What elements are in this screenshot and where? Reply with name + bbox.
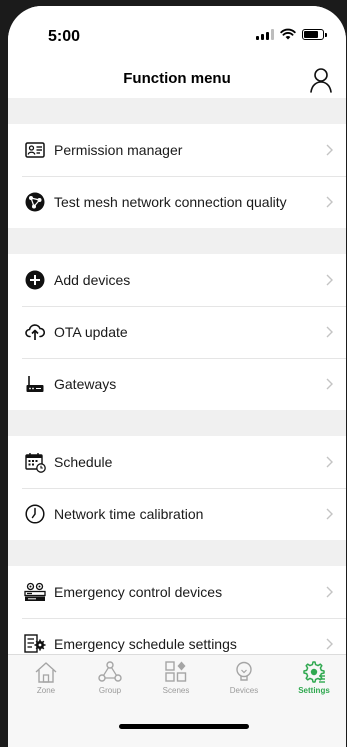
user-profile-button[interactable] <box>308 66 334 94</box>
chevron-right-icon <box>326 456 333 468</box>
menu-item-gateways[interactable]: Gateways <box>8 358 346 410</box>
wifi-icon <box>280 28 296 40</box>
home-icon <box>20 661 72 683</box>
page-title: Function menu <box>123 70 231 87</box>
menu-item-label: Add devices <box>54 272 131 288</box>
tab-label: Settings <box>298 686 330 695</box>
section-gap <box>8 228 346 254</box>
menu-item-add-devices[interactable]: Add devices <box>8 254 346 306</box>
permission-icon <box>24 139 46 161</box>
tab-scenes[interactable]: Scenes <box>150 661 202 695</box>
gateway-icon <box>24 373 46 395</box>
chevron-right-icon <box>326 326 333 338</box>
chevron-right-icon <box>326 378 333 390</box>
chevron-right-icon <box>326 508 333 520</box>
emergency-devices-icon <box>24 581 46 603</box>
nav-bar: Function menu <box>8 62 346 98</box>
chevron-right-icon <box>326 638 333 650</box>
calendar-clock-icon <box>24 451 46 473</box>
tab-label: Scenes <box>162 686 190 695</box>
bottom-tab-bar: Zone Group Scenes Devices Settings <box>8 654 346 747</box>
bulb-icon <box>218 661 270 683</box>
function-menu-list: Permission manager Test mesh network conn… <box>8 98 346 747</box>
menu-item-ota-update[interactable]: OTA update <box>8 306 346 358</box>
menu-item-schedule[interactable]: Schedule <box>8 436 346 488</box>
chevron-right-icon <box>326 274 333 286</box>
emergency-schedule-icon <box>24 633 46 655</box>
tab-devices[interactable]: Devices <box>218 661 270 695</box>
cloud-upload-icon <box>24 321 46 343</box>
section-gap <box>8 410 346 436</box>
chevron-right-icon <box>326 144 333 156</box>
add-circle-icon <box>24 269 46 291</box>
battery-icon <box>302 28 327 40</box>
menu-item-label: Network time calibration <box>54 506 204 522</box>
menu-item-network-time-calibration[interactable]: Network time calibration <box>8 488 346 540</box>
mesh-network-icon <box>24 191 46 213</box>
tab-label: Zone <box>36 686 56 695</box>
chevron-right-icon <box>326 196 333 208</box>
chevron-right-icon <box>326 586 333 598</box>
menu-item-label: Permission manager <box>54 142 183 158</box>
menu-item-label: Emergency control devices <box>54 584 223 600</box>
status-icons <box>256 28 327 40</box>
settings-gear-icon <box>288 661 340 683</box>
group-icon <box>84 661 136 683</box>
tab-label: Devices <box>229 686 259 695</box>
tab-label: Group <box>98 686 122 695</box>
menu-item-label: Emergency schedule settings <box>54 636 237 652</box>
scenes-icon <box>150 661 202 683</box>
status-time: 5:00 <box>48 28 81 45</box>
menu-item-label: Gateways <box>54 376 117 392</box>
menu-item-label: Test mesh network connection quality <box>54 194 287 210</box>
tab-settings[interactable]: Settings <box>288 661 340 695</box>
status-bar: 5:00 <box>8 6 346 66</box>
menu-item-label: Schedule <box>54 454 113 470</box>
menu-item-permission-manager[interactable]: Permission manager <box>8 124 346 176</box>
section-gap <box>8 540 346 566</box>
signal-icon <box>256 28 274 40</box>
tab-zone[interactable]: Zone <box>20 661 72 695</box>
clock-icon <box>24 503 46 525</box>
home-indicator <box>119 724 249 729</box>
menu-item-emergency-control-devices[interactable]: Emergency control devices <box>8 566 346 618</box>
tab-group[interactable]: Group <box>84 661 136 695</box>
menu-item-label: OTA update <box>54 324 128 340</box>
menu-item-test-mesh-network-connection-quality[interactable]: Test mesh network connection quality <box>8 176 346 228</box>
section-gap <box>8 98 346 124</box>
phone-screen: 5:00 Function menu Permission manager Tes… <box>8 6 346 747</box>
